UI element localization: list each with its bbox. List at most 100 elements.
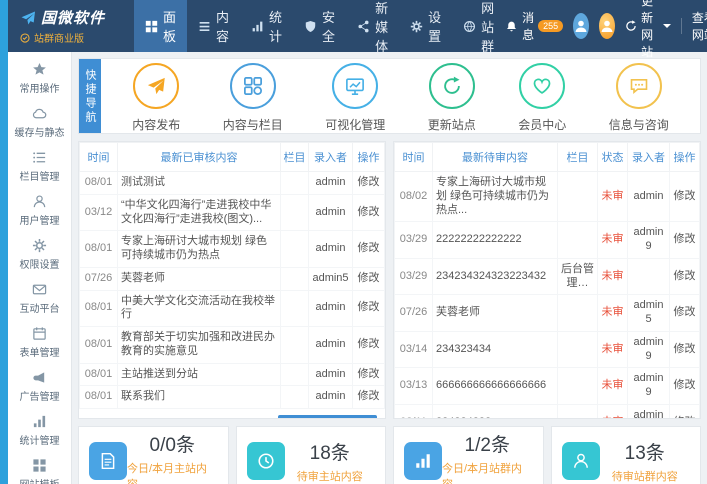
quick-item-visual-management[interactable]: 可视化管理 xyxy=(325,63,385,133)
edit-link[interactable]: 修改 xyxy=(674,190,696,202)
sidebar-item-statistics[interactable]: 统计管理 xyxy=(8,408,71,452)
edit-link[interactable]: 修改 xyxy=(674,416,696,419)
quick-item-content-columns[interactable]: 内容与栏目 xyxy=(223,63,283,133)
user-avatar[interactable] xyxy=(573,13,589,39)
sidebar-item-interaction[interactable]: 互动平台 xyxy=(8,276,71,320)
nav-item-sitegroup[interactable]: 网站群 xyxy=(452,0,505,52)
monitor-icon xyxy=(332,63,378,109)
edit-link[interactable]: 修改 xyxy=(358,242,380,254)
edit-link[interactable]: 修改 xyxy=(674,233,696,245)
chart-icon xyxy=(251,20,264,33)
update-site-label: 更新网站 xyxy=(641,0,657,60)
stat-card-pending-sitegroup: 13条 待审站群内容 xyxy=(551,426,702,484)
layout-grid-icon xyxy=(32,458,47,473)
site-avatar[interactable] xyxy=(599,13,615,39)
sidebar-item-forms[interactable]: 表单管理 xyxy=(8,320,71,364)
cloud-icon xyxy=(32,106,47,121)
nav-item-panel[interactable]: 面板 xyxy=(134,0,187,52)
nav-item-stats[interactable]: 统计 xyxy=(240,0,293,52)
messages-button[interactable]: 消息 255 xyxy=(505,9,563,43)
table-row: 03/12“中华文化四海行”走进我校中华文化四海行”走进我校(图文)...adm… xyxy=(80,194,385,231)
edit-link[interactable]: 修改 xyxy=(674,270,696,282)
document-icon xyxy=(89,442,127,480)
update-site-button[interactable]: 更新网站 xyxy=(625,0,671,60)
user-check-icon xyxy=(562,442,600,480)
quick-item-content-publish[interactable]: 内容发布 xyxy=(132,63,180,133)
nav-item-security[interactable]: 安全 xyxy=(293,0,346,52)
column-header: 栏目 xyxy=(281,143,309,172)
reviewed-content-panel: 时间 最新已审核内容 栏目 录入者 操作 08/01测试测试admin修改 03… xyxy=(78,141,386,419)
sidebar-item-label: 广告管理 xyxy=(20,388,60,403)
grid-icon xyxy=(230,63,276,109)
stat-card-pending-main: 18条 待审主站内容 xyxy=(236,426,387,484)
stat-label: 待审站群内容 xyxy=(612,468,678,484)
sidebar-item-cache-static[interactable]: 缓存与静态 xyxy=(8,100,71,144)
nav-label: 面板 xyxy=(163,7,176,45)
table-row: 03/2922222222222222未审admin9修改 xyxy=(395,222,700,259)
status-badge: 未审 xyxy=(598,222,628,259)
stat-value: 13条 xyxy=(625,438,665,465)
megaphone-icon xyxy=(32,370,47,385)
stat-label: 待审主站内容 xyxy=(297,468,363,484)
refresh-icon xyxy=(625,20,637,32)
topbar: 国微软件 站群商业版 面板 内容 统计 安全 新媒体 xyxy=(8,0,707,52)
sidebar-item-label: 统计管理 xyxy=(20,432,60,447)
edit-link[interactable]: 修改 xyxy=(358,338,380,350)
edit-link[interactable]: 修改 xyxy=(358,176,380,188)
edit-link[interactable]: 修改 xyxy=(358,272,380,284)
gear-icon xyxy=(32,238,47,253)
column-header: 操作 xyxy=(353,143,385,172)
view-site-link[interactable]: 查看网站 xyxy=(692,9,707,43)
status-badge: 未审 xyxy=(598,368,628,405)
sidebar-item-common-operations[interactable]: 常用操作 xyxy=(8,56,71,100)
list-icon xyxy=(32,150,47,165)
messages-badge: 255 xyxy=(538,20,563,33)
column-header: 栏目 xyxy=(558,143,598,172)
sidebar-item-permissions[interactable]: 权限设置 xyxy=(8,232,71,276)
quick-item-member-center[interactable]: 会员中心 xyxy=(518,63,566,133)
sitegroup-icon xyxy=(463,20,476,33)
logo-subtitle: 站群商业版 xyxy=(34,30,84,45)
sidebar-item-users[interactable]: 用户管理 xyxy=(8,188,71,232)
stat-value: 0/0条 xyxy=(150,430,195,457)
table-row: 03/14234323434未审admin9修改 xyxy=(395,331,700,368)
nav-item-content[interactable]: 内容 xyxy=(187,0,240,52)
panel-footer: 进入已审核内容 xyxy=(79,409,385,419)
calendar-icon xyxy=(32,326,47,341)
edit-link[interactable]: 修改 xyxy=(674,306,696,318)
person-icon xyxy=(573,18,589,34)
main-nav: 面板 内容 统计 安全 新媒体 设置 网站群 xyxy=(134,0,505,52)
enter-reviewed-button[interactable]: 进入已审核内容 xyxy=(278,415,377,419)
nav-item-settings[interactable]: 设置 xyxy=(399,0,452,52)
stat-label: 今日/本月主站内容 xyxy=(127,460,218,484)
column-header: 最新已审核内容 xyxy=(118,143,281,172)
bell-icon xyxy=(505,20,518,33)
heart-icon xyxy=(519,63,565,109)
clock-icon xyxy=(247,442,285,480)
edit-link[interactable]: 修改 xyxy=(358,206,380,218)
status-badge: 未审 xyxy=(598,295,628,332)
nav-label: 安全 xyxy=(322,7,335,45)
quick-item-info-consult[interactable]: 信息与咨询 xyxy=(609,63,669,133)
column-header: 录入者 xyxy=(628,143,670,172)
table-row: 03/13666666666666666666未审admin9修改 xyxy=(395,368,700,405)
refresh-icon xyxy=(429,63,475,109)
quick-item-label: 内容发布 xyxy=(132,116,180,133)
status-badge: 未审 xyxy=(598,331,628,368)
nav-item-newmedia[interactable]: 新媒体 xyxy=(346,0,399,52)
left-edge-strip xyxy=(0,0,8,484)
sidebar-item-ads[interactable]: 广告管理 xyxy=(8,364,71,408)
quick-nav-items: 内容发布 内容与栏目 可视化管理 更新站点 会员中心 信息与咨询 xyxy=(101,59,700,133)
column-header: 操作 xyxy=(670,143,700,172)
sidebar-item-columns[interactable]: 栏目管理 xyxy=(8,144,71,188)
sidebar-item-templates[interactable]: 网站模板 xyxy=(8,452,71,484)
sidebar-item-label: 互动平台 xyxy=(20,300,60,315)
edit-link[interactable]: 修改 xyxy=(674,343,696,355)
edit-link[interactable]: 修改 xyxy=(358,301,380,313)
edit-link[interactable]: 修改 xyxy=(358,390,380,402)
edit-link[interactable]: 修改 xyxy=(358,368,380,380)
quick-item-update-site[interactable]: 更新站点 xyxy=(428,63,476,133)
reviewed-content-table: 时间 最新已审核内容 栏目 录入者 操作 08/01测试测试admin修改 03… xyxy=(79,142,385,409)
edit-link[interactable]: 修改 xyxy=(674,379,696,391)
user-icon xyxy=(32,194,47,209)
